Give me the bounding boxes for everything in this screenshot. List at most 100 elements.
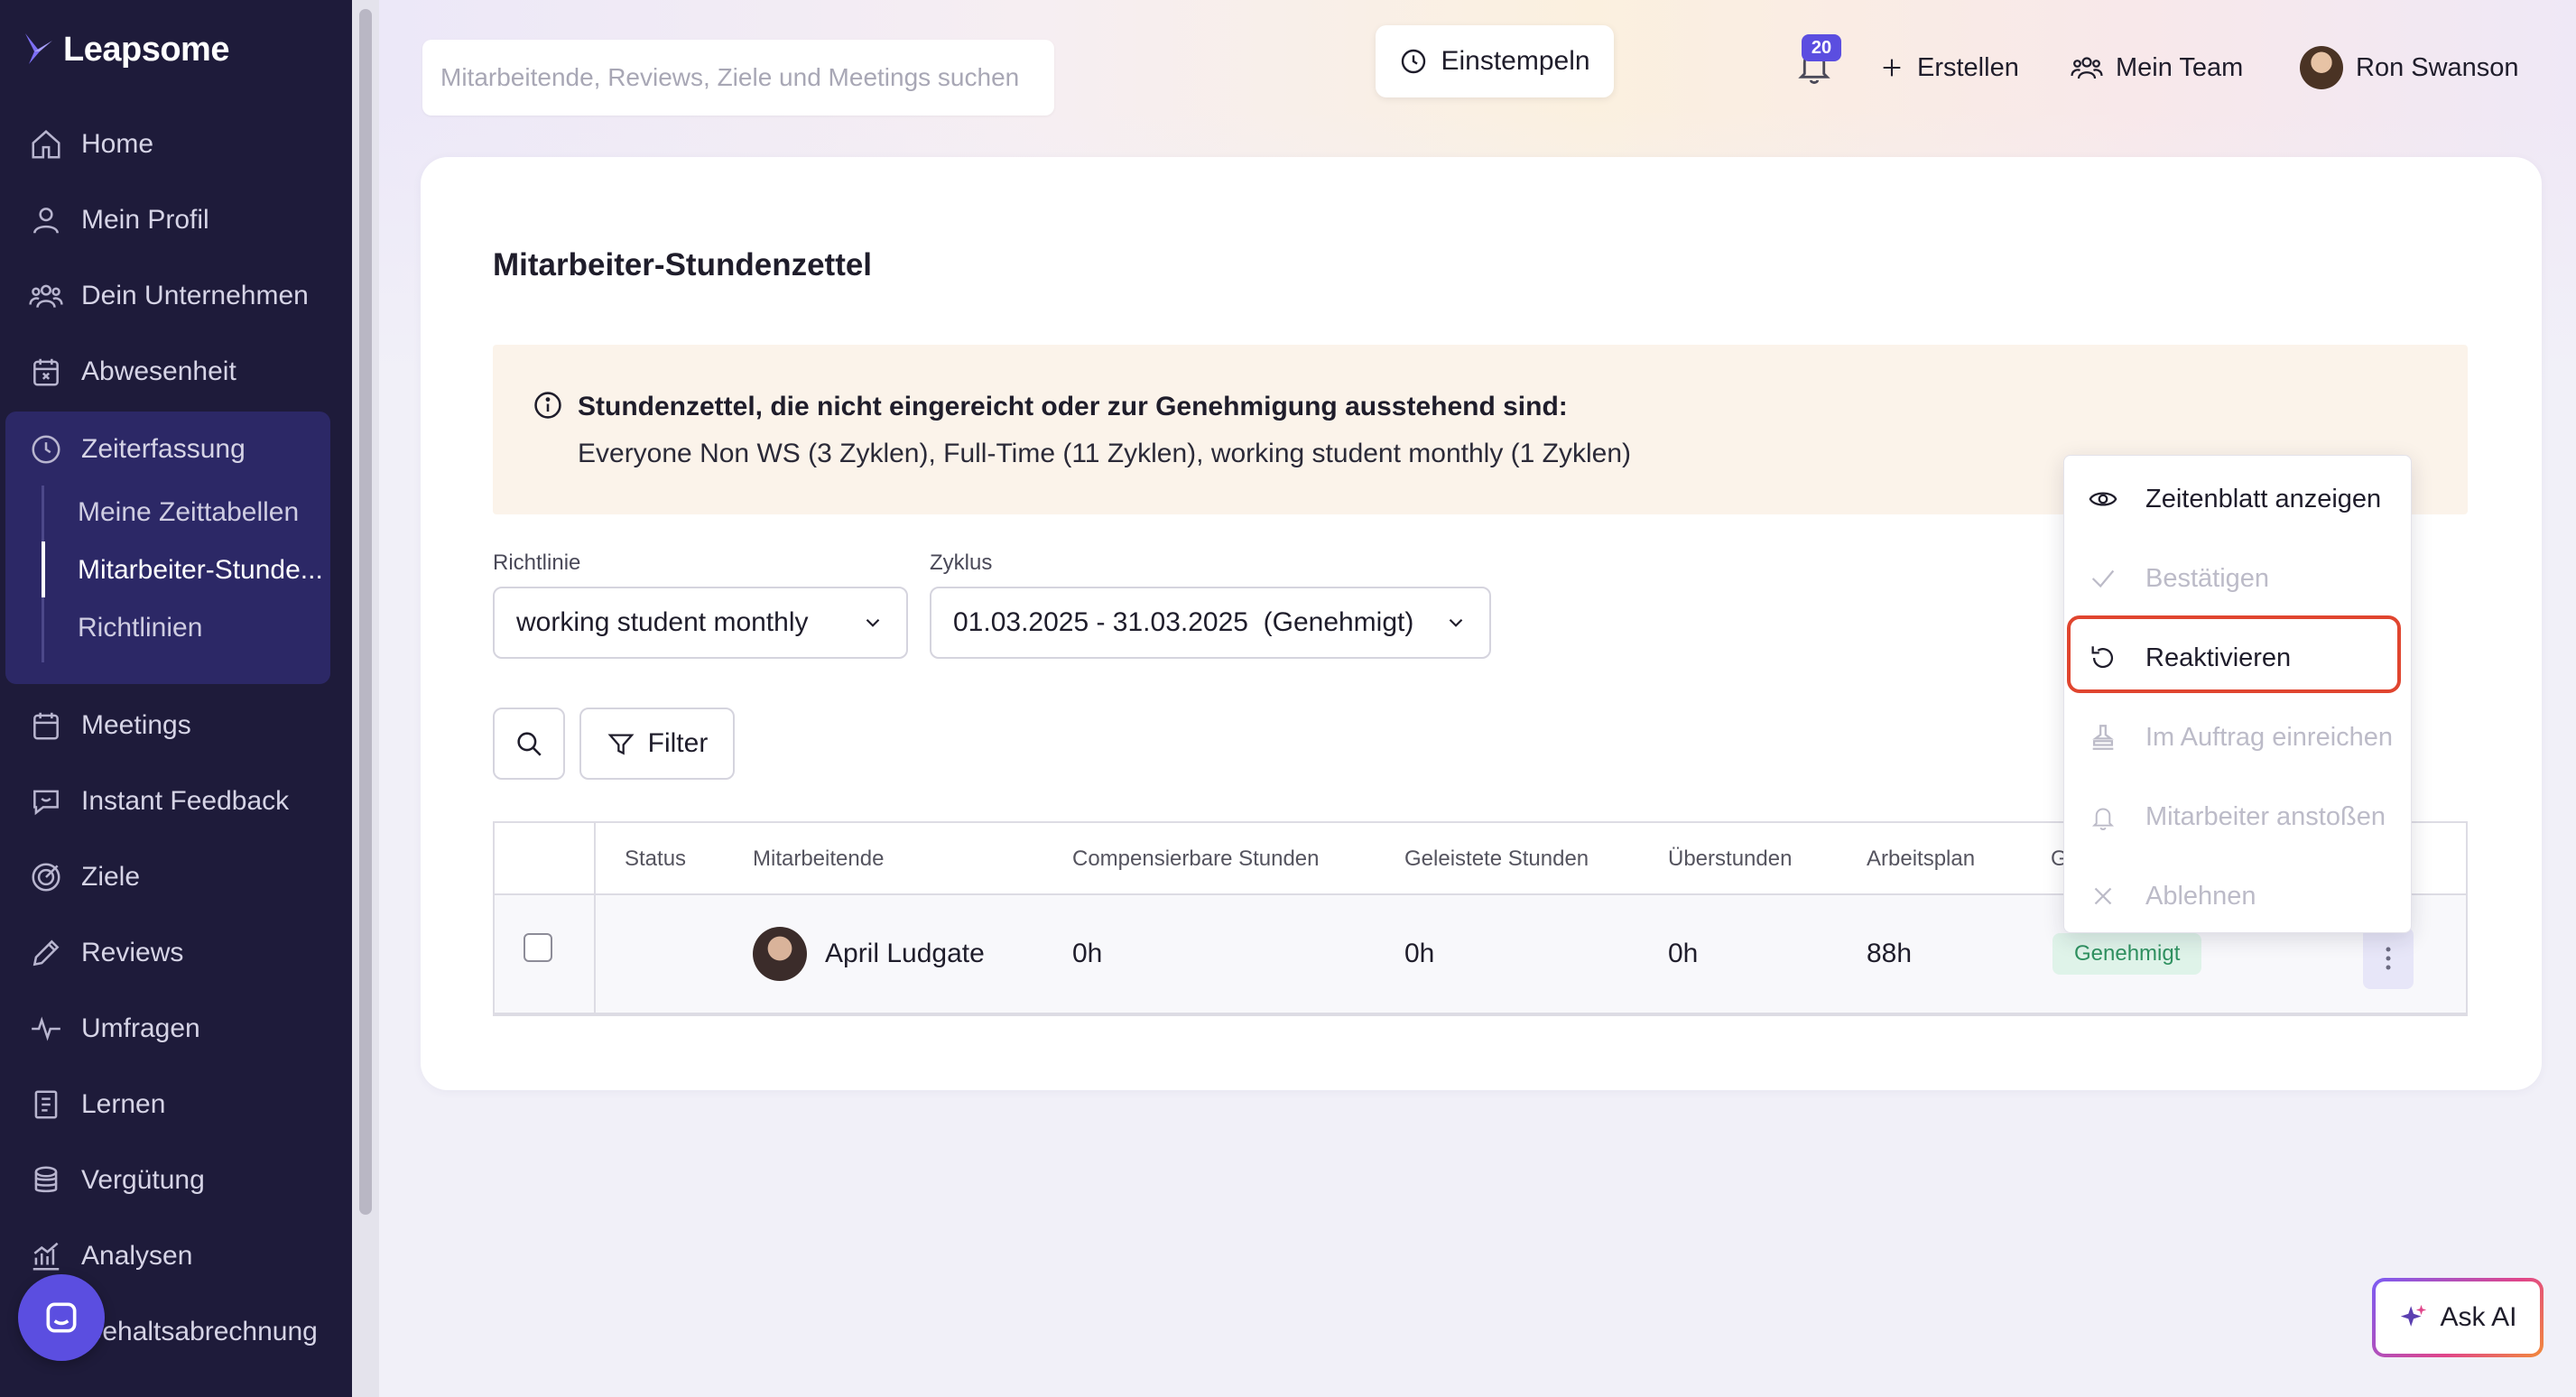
create-button[interactable]: Erstellen [1879,42,2019,94]
employee-avatar [753,927,807,981]
sidebar-item-compensation[interactable]: Vergütung [0,1143,352,1218]
user-icon [33,208,59,234]
menu-item-reject[interactable]: Ablehnen [2064,856,2413,936]
table-search-button[interactable] [493,708,565,780]
sidebar-subitem-my-timesheets[interactable]: Meine Zeittabellen [78,484,330,541]
column-header-employee[interactable]: Mitarbeitende [753,823,884,895]
column-header-schedule[interactable]: Arbeitsplan [1867,823,1975,895]
sidebar-item-reviews[interactable]: Reviews [0,915,352,991]
menu-item-label: Im Auftrag einreichen [2145,722,2394,752]
employee-cell[interactable]: April Ludgate [753,895,985,1013]
menu-item-label: Mitarbeiter anstoßen [2145,801,2386,831]
sidebar-item-label: Abwesenheit [81,356,236,386]
check-icon [2091,569,2115,588]
row-actions-button[interactable] [2363,928,2414,989]
policy-value: working student monthly [516,607,809,637]
column-header-overtime[interactable]: Überstunden [1668,823,1792,895]
create-label: Erstellen [1917,52,2019,82]
sidebar-item-home[interactable]: Home [0,106,352,182]
home-icon [32,130,60,159]
target-icon [32,863,60,892]
clock-in-label: Einstempeln [1441,46,1590,76]
app-name: Leapsome [63,30,229,69]
x-icon [2094,887,2112,905]
sidebar-scrollbar-thumb[interactable] [359,9,372,1215]
sidebar-item-label: Lernen [81,1089,166,1119]
reactivate-highlight-outline [2067,615,2401,693]
eye-icon [2089,492,2117,506]
approval-status-badge: Genehmigt [2052,933,2202,975]
menu-item-label: Bestätigen [2145,563,2270,593]
submenu-active-indicator [42,541,45,597]
policy-label: Richtlinie [493,550,581,575]
menu-item-nudge-employee[interactable]: Mitarbeiter anstoßen [2064,777,2413,856]
sidebar-item-label: Vergütung [81,1165,205,1195]
ask-ai-label: Ask AI [2440,1302,2517,1332]
policy-select[interactable]: working student monthly [493,587,908,659]
sidebar-item-profile[interactable]: Mein Profil [0,182,352,258]
sidebar-item-learning[interactable]: Lernen [0,1067,352,1143]
cycle-value: 01.03.2025 - 31.03.2025 (Genehmigt) [953,607,1414,637]
menu-item-confirm[interactable]: Bestätigen [2064,539,2413,618]
clock-icon [32,435,60,464]
pencil-icon [32,939,60,967]
sidebar-subitem-policies[interactable]: Richtlinien [78,599,330,657]
sidebar-item-label: Ziele [81,862,141,892]
sidebar-item-absence[interactable]: Abwesenheit [0,334,352,410]
filter-label: Filter [647,728,709,758]
plus-icon [1883,59,1901,77]
clock-in-button[interactable]: Einstempeln [1376,25,1614,97]
compensable-hours-cell: 0h [1072,939,1103,968]
chevron-down-icon [1449,618,1463,627]
ask-ai-button[interactable]: Ask AI [2372,1278,2544,1357]
calendar-icon [33,712,59,740]
sidebar-item-company[interactable]: Dein Unternehmen [0,258,352,334]
support-chat-button[interactable] [18,1274,105,1361]
chart-icon [32,1242,60,1271]
stamp-icon [2092,725,2114,750]
clock-icon [1402,49,1426,74]
users-icon [29,284,63,308]
sidebar-item-label: Analysen [81,1241,193,1271]
sidebar-item-surveys[interactable]: Umfragen [0,991,352,1067]
sidebar-item-instant-feedback[interactable]: Instant Feedback [0,763,352,839]
user-name: Ron Swanson [2356,52,2519,82]
sidebar-item-time-tracking[interactable]: Zeiterfassung [0,412,352,487]
banner-title: Stundenzettel, die nicht eingereicht ode… [578,392,1568,421]
column-header-worked-hours[interactable]: Geleistete Stunden [1404,823,1589,895]
menu-item-submit-on-behalf[interactable]: Im Auftrag einreichen [2064,698,2413,777]
filter-icon [607,734,635,755]
schedule-cell: 88h [1867,939,1913,968]
bell-icon [2091,808,2115,830]
sidebar-subitem-employee-timesheets[interactable]: Mitarbeiter-Stunde... [78,541,330,599]
sidebar-item-label: Meetings [81,710,191,740]
menu-item-view-timesheet[interactable]: Zeitenblatt anzeigen [2064,459,2413,539]
chevron-down-icon [866,618,880,627]
my-team-button[interactable]: Mein Team [2071,42,2243,94]
time-tracking-group: Zeiterfassung Meine Zeittabellen Mitarbe… [5,412,330,684]
sidebar-item-meetings[interactable]: Meetings [0,688,352,763]
row-checkbox[interactable] [524,933,552,962]
leapsome-logo[interactable]: Leapsome [22,27,229,72]
sparkle-icon [2401,1304,2427,1327]
calendar-x-icon [33,358,59,386]
sidebar-item-goals[interactable]: Ziele [0,839,352,915]
column-header-status[interactable]: Status [625,823,686,895]
leapsome-logo-icon [25,33,52,64]
cycle-label: Zyklus [930,550,993,575]
column-header-compensable-hours[interactable]: Compensierbare Stunden [1072,823,1320,895]
sidebar: Leapsome Home Mein Profil Dein Unternehm… [0,0,352,1397]
notification-badge: 20 [1802,34,1841,61]
sidebar-item-label: Umfragen [81,1013,200,1043]
sidebar-item-label: Dein Unternehmen [81,281,309,310]
global-search-input[interactable] [422,40,1054,116]
sidebar-item-label: Zeiterfassung [81,434,246,464]
filter-button[interactable]: Filter [579,708,735,780]
cycle-select[interactable]: 01.03.2025 - 31.03.2025 (Genehmigt) [930,587,1491,659]
user-menu[interactable]: Ron Swanson [2300,42,2519,94]
search-icon [517,732,542,756]
row-actions-menu: Zeitenblatt anzeigen Bestätigen Reaktivi… [2063,455,2412,933]
pulse-icon [32,1016,60,1041]
team-icon [2071,57,2103,79]
sidebar-item-label: Home [81,129,154,159]
